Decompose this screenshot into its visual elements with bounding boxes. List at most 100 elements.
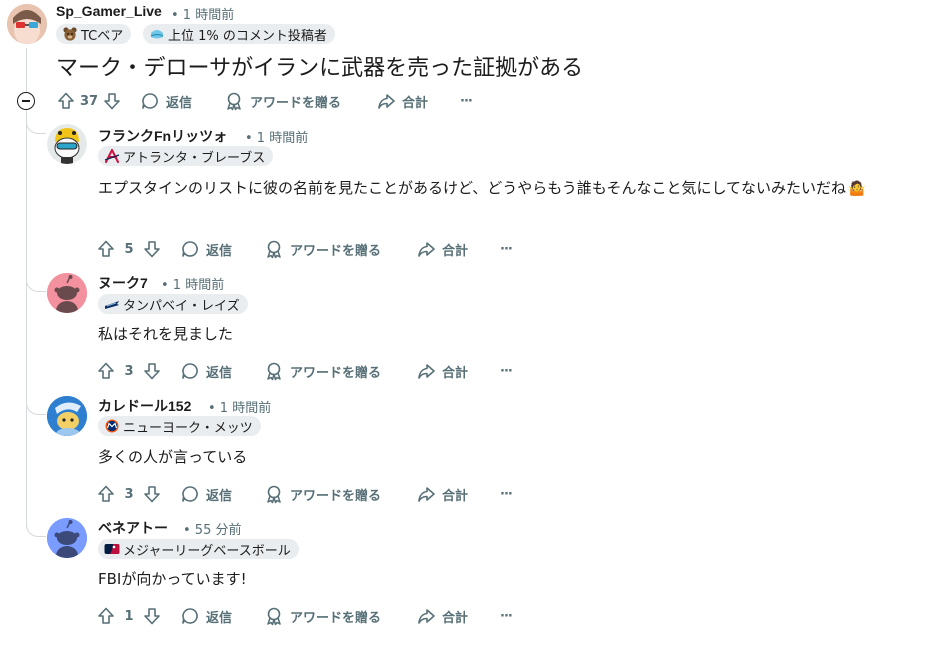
reply-label: 返信	[166, 95, 193, 111]
comment-body: 多くの人が言っている	[98, 448, 248, 466]
badge-label: 上位 1% のコメント投稿者	[168, 28, 327, 44]
comment-bubble-icon	[182, 241, 198, 257]
user-avatar-icon	[7, 4, 47, 44]
user-flair: アトランタ・ブレーブス	[98, 146, 274, 166]
comment-actions: 37 返信 アワードを贈る 合計 ···	[56, 87, 473, 115]
flair-label: ニューヨーク・メッツ	[123, 420, 253, 436]
comment-body: エプスタインのリストに彼の名前を見たことがあるけど、どうやらもう誰もそんなこと気…	[98, 174, 918, 203]
comment-body: FBIが向かっています!	[98, 570, 247, 588]
reply-button[interactable]: 返信	[180, 357, 232, 385]
flair-label: メジャーリーグベースボール	[123, 543, 291, 559]
avatar[interactable]	[47, 518, 87, 558]
upvote-button[interactable]	[96, 357, 116, 385]
comment-author[interactable]: ヌーク7	[98, 273, 148, 293]
downvote-button[interactable]	[142, 235, 162, 263]
comment-actions: 3 返信 アワードを贈る 合計 ···	[96, 480, 513, 508]
downvote-icon	[104, 93, 120, 110]
vote-count: 3	[124, 486, 134, 502]
braves-logo-icon	[104, 149, 120, 163]
user-flair: TCベア	[56, 24, 132, 44]
comment-timestamp[interactable]: • 1 時間前	[208, 397, 271, 416]
share-label: 合計	[442, 365, 469, 381]
more-icon: ···	[500, 363, 513, 379]
avatar[interactable]	[7, 4, 47, 44]
share-button[interactable]: 合計	[416, 357, 468, 385]
snoo-avatar-icon	[47, 124, 87, 164]
default-snoo-avatar-icon	[47, 518, 87, 558]
comment-body: マーク・デローサがイランに武器を売った証拠がある	[56, 56, 584, 81]
flair-label: タンパベイ・レイズ	[123, 298, 240, 314]
award-icon	[267, 362, 281, 381]
upvote-icon	[58, 92, 74, 109]
upvote-icon	[98, 240, 114, 257]
downvote-icon	[144, 363, 160, 380]
upvote-icon	[98, 485, 114, 502]
downvote-button[interactable]	[142, 480, 162, 508]
collapse-thread-button[interactable]	[17, 92, 35, 110]
avatar[interactable]	[47, 273, 87, 313]
more-options-button[interactable]: ···	[460, 87, 473, 115]
comment-author[interactable]: フランクFnリッツォ	[98, 126, 227, 146]
more-options-button[interactable]: ···	[500, 235, 513, 263]
more-icon: ···	[500, 486, 513, 502]
comment-author[interactable]: ベネアトー	[98, 518, 168, 538]
upvote-button[interactable]	[96, 480, 116, 508]
default-snoo-avatar-icon	[47, 273, 87, 313]
reply-button[interactable]: 返信	[180, 480, 232, 508]
mlb-logo-icon	[104, 544, 120, 554]
comment-bubble-icon	[182, 486, 198, 502]
award-button[interactable]: アワードを贈る	[264, 602, 381, 630]
comment-bubble-icon	[182, 608, 198, 624]
share-icon	[418, 364, 435, 379]
more-options-button[interactable]: ···	[500, 357, 513, 385]
thread-connector	[26, 278, 46, 292]
top-commenter-badge: 上位 1% のコメント投稿者	[143, 24, 335, 44]
comment-author[interactable]: Sp_Gamer_Live	[56, 3, 162, 19]
award-button[interactable]: アワードを贈る	[224, 87, 341, 115]
share-button[interactable]: 合計	[416, 480, 468, 508]
comment-bubble-icon	[142, 93, 158, 109]
share-button[interactable]: 合計	[416, 602, 468, 630]
award-icon	[267, 607, 281, 626]
vote-count: 5	[124, 241, 134, 257]
award-icon	[227, 92, 241, 111]
award-label: アワードを贈る	[290, 488, 382, 504]
more-icon: ···	[500, 608, 513, 624]
upvote-button[interactable]	[96, 602, 116, 630]
upvote-button[interactable]	[96, 235, 116, 263]
award-label: アワードを贈る	[250, 95, 342, 111]
award-icon	[267, 485, 281, 504]
downvote-icon	[144, 608, 160, 625]
share-label: 合計	[442, 243, 469, 259]
comment-timestamp[interactable]: • 1 時間前	[171, 4, 234, 23]
reply-button[interactable]: 返信	[180, 235, 232, 263]
reply-label: 返信	[206, 610, 233, 626]
shrug-emoji: 🤷	[848, 181, 866, 197]
award-button[interactable]: アワードを贈る	[264, 357, 381, 385]
comment-author[interactable]: カレドール152	[98, 396, 191, 416]
share-button[interactable]: 合計	[416, 235, 468, 263]
downvote-icon	[144, 241, 160, 258]
share-icon	[418, 242, 435, 257]
comment-timestamp[interactable]: • 1 時間前	[161, 274, 224, 293]
award-button[interactable]: アワードを贈る	[264, 235, 381, 263]
upvote-button[interactable]	[56, 87, 76, 115]
reply-button[interactable]: 返信	[140, 87, 192, 115]
thread-connector	[26, 523, 46, 537]
more-options-button[interactable]: ···	[500, 480, 513, 508]
comment-body: 私はそれを見ました	[98, 325, 234, 343]
share-label: 合計	[402, 95, 429, 111]
comment-timestamp[interactable]: • 55 分前	[183, 519, 241, 538]
vote-count: 37	[79, 93, 99, 109]
downvote-button[interactable]	[142, 357, 162, 385]
share-button[interactable]: 合計	[376, 87, 428, 115]
avatar[interactable]	[47, 124, 87, 164]
comment-timestamp[interactable]: • 1 時間前	[245, 127, 308, 146]
downvote-button[interactable]	[142, 602, 162, 630]
award-button[interactable]: アワードを贈る	[264, 480, 381, 508]
downvote-button[interactable]	[102, 87, 122, 115]
comment-actions: 3 返信 アワードを贈る 合計 ···	[96, 357, 513, 385]
more-options-button[interactable]: ···	[500, 602, 513, 630]
reply-button[interactable]: 返信	[180, 602, 232, 630]
avatar[interactable]	[47, 396, 87, 436]
